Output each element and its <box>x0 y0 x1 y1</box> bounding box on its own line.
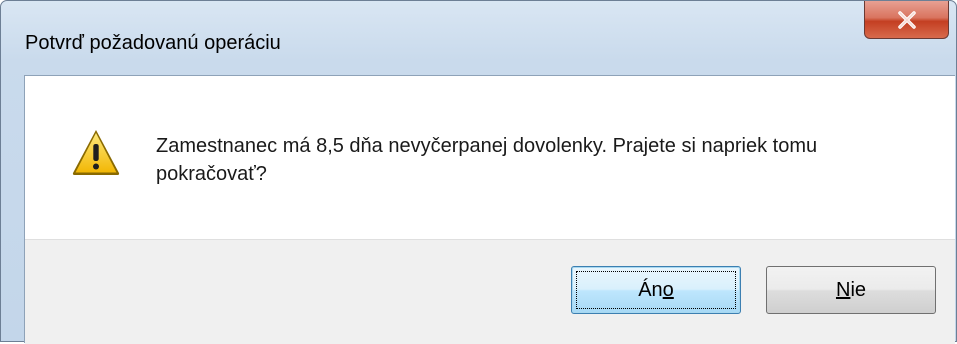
yes-button[interactable]: Áno <box>571 266 741 314</box>
close-button[interactable] <box>864 1 949 39</box>
warning-icon <box>72 130 120 175</box>
title-bar[interactable]: Potvrď požadovanú operáciu <box>1 1 956 75</box>
message-text: Zamestnanec má 8,5 dňa nevyčerpanej dovo… <box>156 135 818 185</box>
dialog-window: Potvrď požadovanú operáciu Zamestnanec m… <box>0 0 957 344</box>
dialog-title: Potvrď požadovanú operáciu <box>25 32 281 54</box>
no-button[interactable]: Nie <box>766 266 936 314</box>
focus-ring <box>576 271 736 309</box>
message-area: Zamestnanec má 8,5 dňa nevyčerpanej dovo… <box>25 76 955 239</box>
dialog-client-area: Zamestnanec má 8,5 dňa nevyčerpanej dovo… <box>24 75 955 344</box>
button-bar: Áno Nie <box>25 239 955 344</box>
no-button-label: Nie <box>835 278 867 301</box>
close-x-icon <box>897 10 916 29</box>
